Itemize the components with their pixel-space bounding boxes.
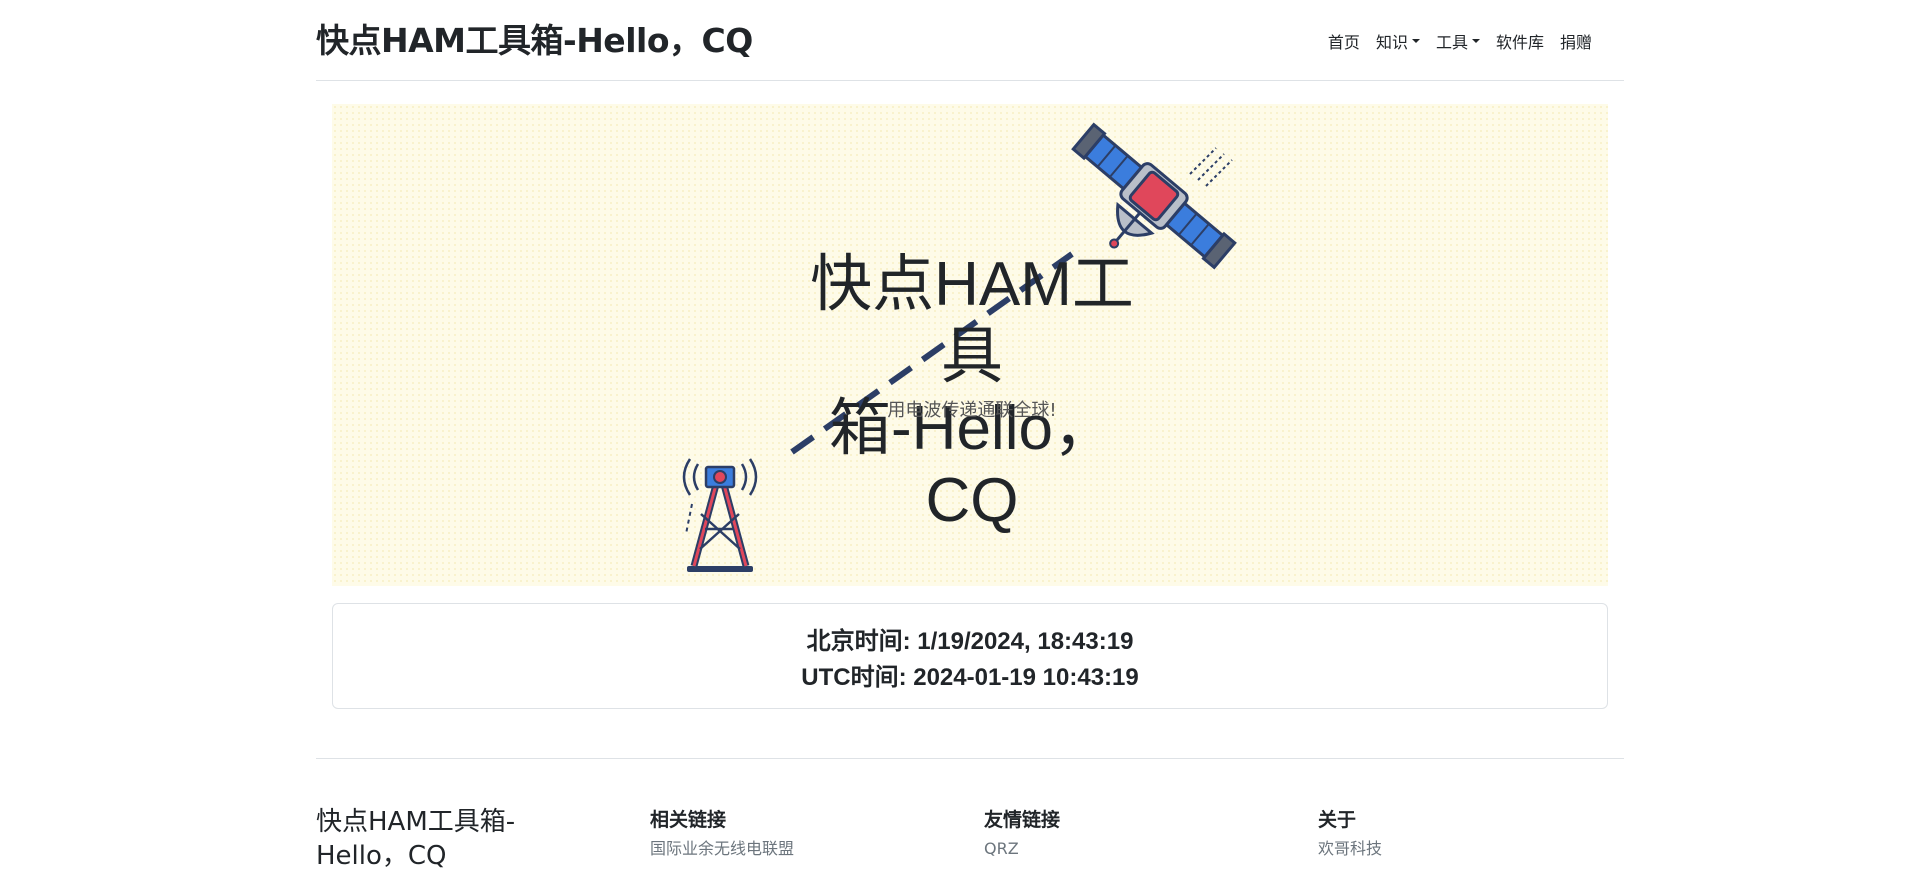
footer-link-company[interactable]: 欢哥科技 — [1318, 835, 1382, 863]
main-nav: 首页 知识 工具 软件库 捐赠 — [1312, 29, 1592, 53]
nav-tools-label: 工具 — [1435, 33, 1468, 52]
nav-donate-label: 捐赠 — [1559, 33, 1592, 52]
nav-software-label: 软件库 — [1495, 33, 1544, 52]
time-card: 北京时间: 1/19/2024, 18:43:19 UTC时间: 2024-01… — [332, 603, 1608, 709]
navbar: 快点HAM工具箱-Hello，CQ 首页 知识 工具 软件库 捐赠 — [316, 0, 1624, 81]
page-container: 快点HAM工具箱-Hello，CQ 首页 知识 工具 软件库 捐赠 快点HAM工… — [316, 0, 1624, 871]
radio-tower-icon — [682, 458, 758, 572]
footer-link-qrz[interactable]: QRZ — [984, 835, 1060, 863]
utc-time: UTC时间: 2024-01-19 10:43:19 — [801, 664, 1139, 691]
nav-software[interactable]: 软件库 — [1496, 29, 1544, 53]
footer-divider — [316, 758, 1624, 759]
footer-link-iaru[interactable]: 国际业余无线电联盟 — [650, 835, 794, 863]
hero-title: 快点HAM工具 箱-Hello， CQ — [792, 249, 1152, 537]
nav-knowledge-dropdown[interactable]: 知识 — [1376, 29, 1420, 53]
satellite-signal-icon — [1189, 147, 1233, 187]
hero-subtitle: 用电波传递通联全球! — [887, 400, 1057, 421]
footer-col-friend-links: 友情链接 QRZ — [984, 805, 1060, 863]
nav-home[interactable]: 首页 — [1328, 29, 1360, 53]
nav-donate[interactable]: 捐赠 — [1560, 29, 1592, 53]
nav-home-label: 首页 — [1327, 33, 1360, 52]
footer-brand-line1: 快点HAM工具箱- — [316, 807, 516, 837]
caret-down-icon — [1411, 39, 1420, 43]
site-brand[interactable]: 快点HAM工具箱-Hello，CQ — [316, 14, 753, 62]
nav-tools-dropdown[interactable]: 工具 — [1436, 29, 1480, 53]
footer-brand-line2: Hello，CQ — [316, 841, 447, 871]
hero-title-line1: 快点HAM工具 — [810, 250, 1134, 391]
footer-col-about: 关于 欢哥科技 — [1318, 805, 1382, 863]
hero-banner: 快点HAM工具 箱-Hello， CQ 用电波传递通联全球! — [332, 104, 1608, 586]
caret-down-icon — [1471, 39, 1480, 43]
footer-col-title: 友情链接 — [984, 809, 1061, 831]
footer-col-title: 相关链接 — [650, 809, 727, 831]
nav-knowledge-label: 知识 — [1375, 33, 1408, 52]
footer-col-title: 关于 — [1318, 809, 1357, 831]
footer-col-related-links: 相关链接 国际业余无线电联盟 — [650, 805, 794, 863]
beijing-time: 北京时间: 1/19/2024, 18:43:19 — [806, 628, 1134, 655]
